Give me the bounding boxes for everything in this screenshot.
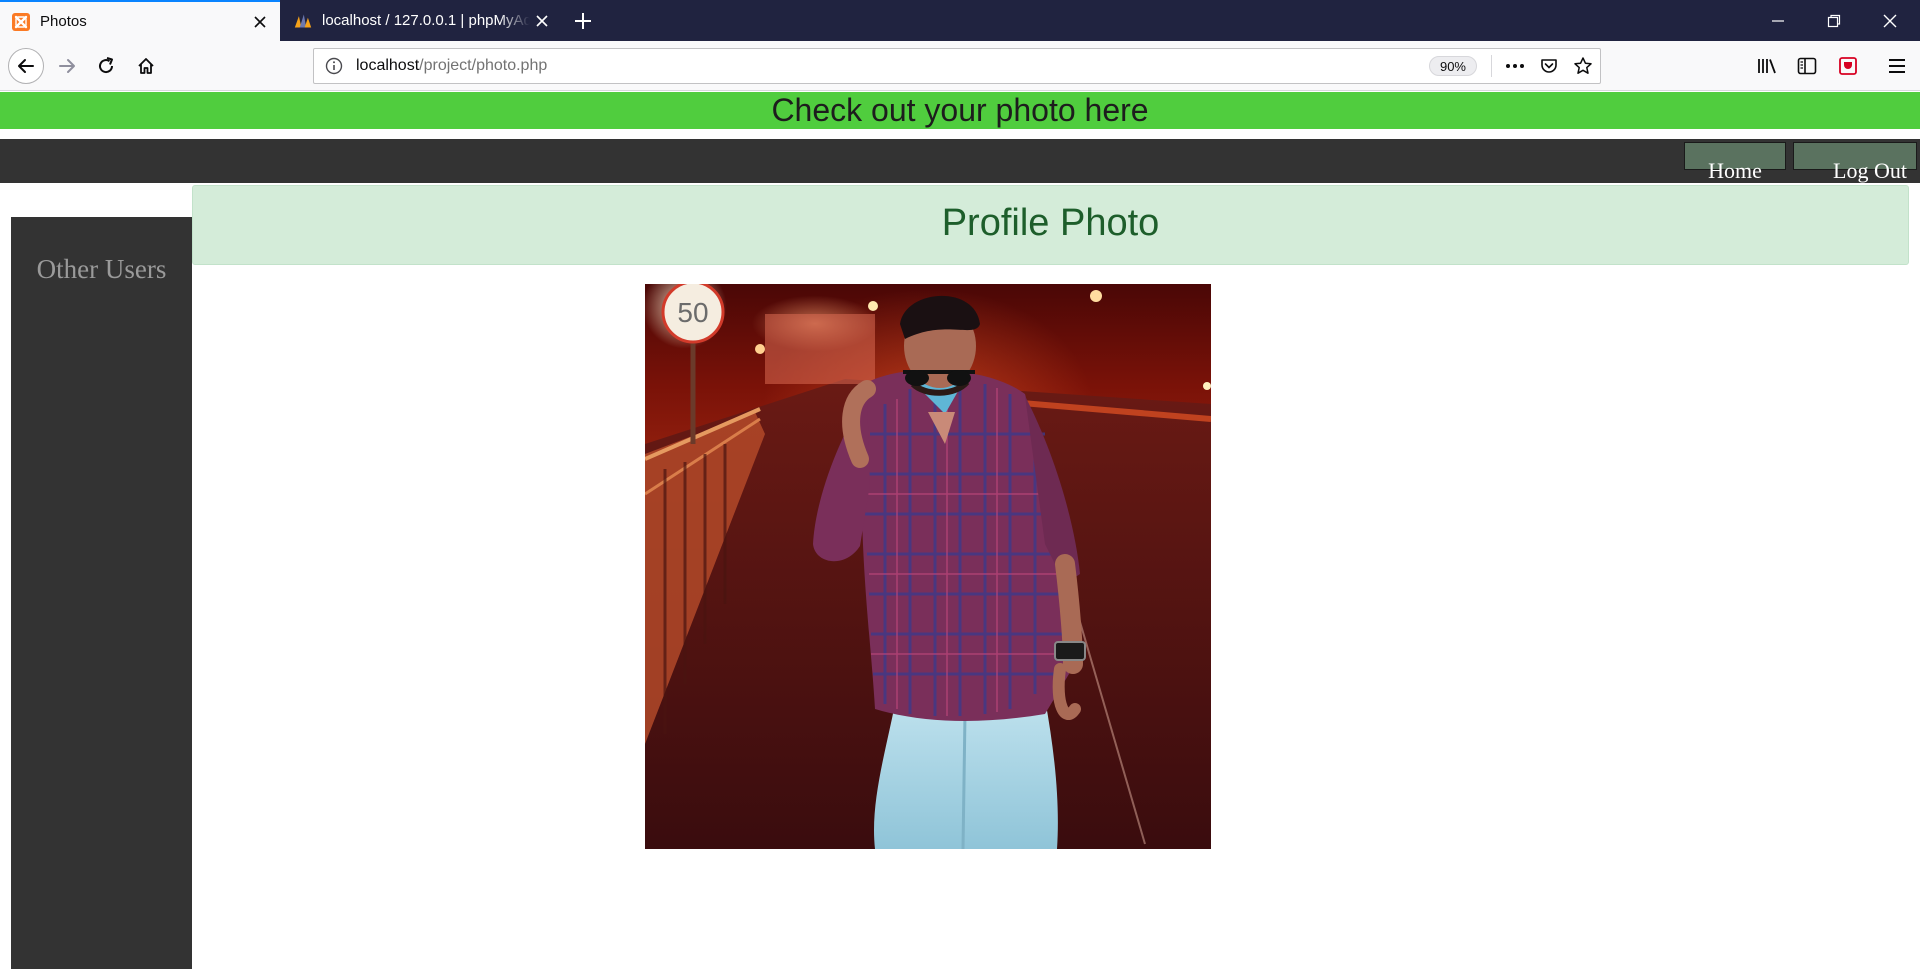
browser-tab-strip: Photos localhost / 127.0.0.1 | phpMyAdmi…: [0, 0, 1920, 41]
info-icon[interactable]: [324, 56, 344, 76]
speed-limit-sign: 50: [677, 297, 708, 328]
back-icon[interactable]: [8, 48, 44, 84]
address-bar[interactable]: localhost/project/photo.php 90%: [313, 48, 1601, 84]
other-users-sidebar: Other Users: [11, 217, 192, 969]
phpmyadmin-icon: [294, 12, 312, 30]
sidebar-heading: Other Users: [36, 254, 167, 284]
tab-photos[interactable]: Photos: [0, 0, 280, 41]
page-actions-icon[interactable]: [1498, 49, 1532, 83]
close-tab-icon[interactable]: [530, 9, 554, 33]
home-icon[interactable]: [129, 49, 163, 83]
top-navigation: Home Log Out: [0, 139, 1920, 183]
page-banner: Check out your photo here: [0, 92, 1920, 129]
sidebar-toggle-icon[interactable]: [1790, 49, 1824, 83]
browser-toolbar: localhost/project/photo.php 90%: [0, 41, 1920, 91]
pocket-extension-icon[interactable]: [1831, 49, 1865, 83]
reload-icon[interactable]: [89, 49, 123, 83]
forward-icon[interactable]: [50, 49, 84, 83]
profile-photo: 50: [645, 284, 1211, 849]
logout-link-label: Log Out: [1833, 158, 1907, 183]
bookmark-star-icon[interactable]: [1566, 49, 1600, 83]
restore-icon[interactable]: [1806, 0, 1862, 41]
menu-icon[interactable]: [1880, 49, 1914, 83]
library-icon[interactable]: [1750, 49, 1784, 83]
pocket-icon[interactable]: [1532, 49, 1566, 83]
home-link[interactable]: Home: [1684, 142, 1786, 183]
tab-title: Photos: [40, 13, 87, 30]
profile-photo-panel: Profile Photo: [192, 185, 1909, 265]
tab-phpmyadmin[interactable]: localhost / 127.0.0.1 | phpMyAdmin: [282, 0, 562, 41]
url-separator: [1491, 55, 1492, 77]
profile-photo-illustration: 50: [645, 284, 1211, 849]
url-host: localhost: [356, 57, 420, 74]
panel-heading: Profile Photo: [941, 202, 1160, 244]
home-link-label: Home: [1708, 158, 1762, 183]
close-window-icon[interactable]: [1862, 0, 1918, 41]
url-path: /project/photo.php: [419, 57, 548, 74]
url-text[interactable]: localhost/project/photo.php: [356, 57, 1429, 75]
minimize-icon[interactable]: [1750, 0, 1806, 41]
logout-link[interactable]: Log Out: [1793, 142, 1917, 183]
close-tab-icon[interactable]: [248, 10, 272, 34]
xampp-icon: [12, 12, 30, 31]
new-tab-icon[interactable]: [570, 8, 596, 34]
zoom-indicator[interactable]: 90%: [1428, 56, 1477, 76]
tab-title: localhost / 127.0.0.1 | phpMyAdmin: [322, 12, 530, 29]
